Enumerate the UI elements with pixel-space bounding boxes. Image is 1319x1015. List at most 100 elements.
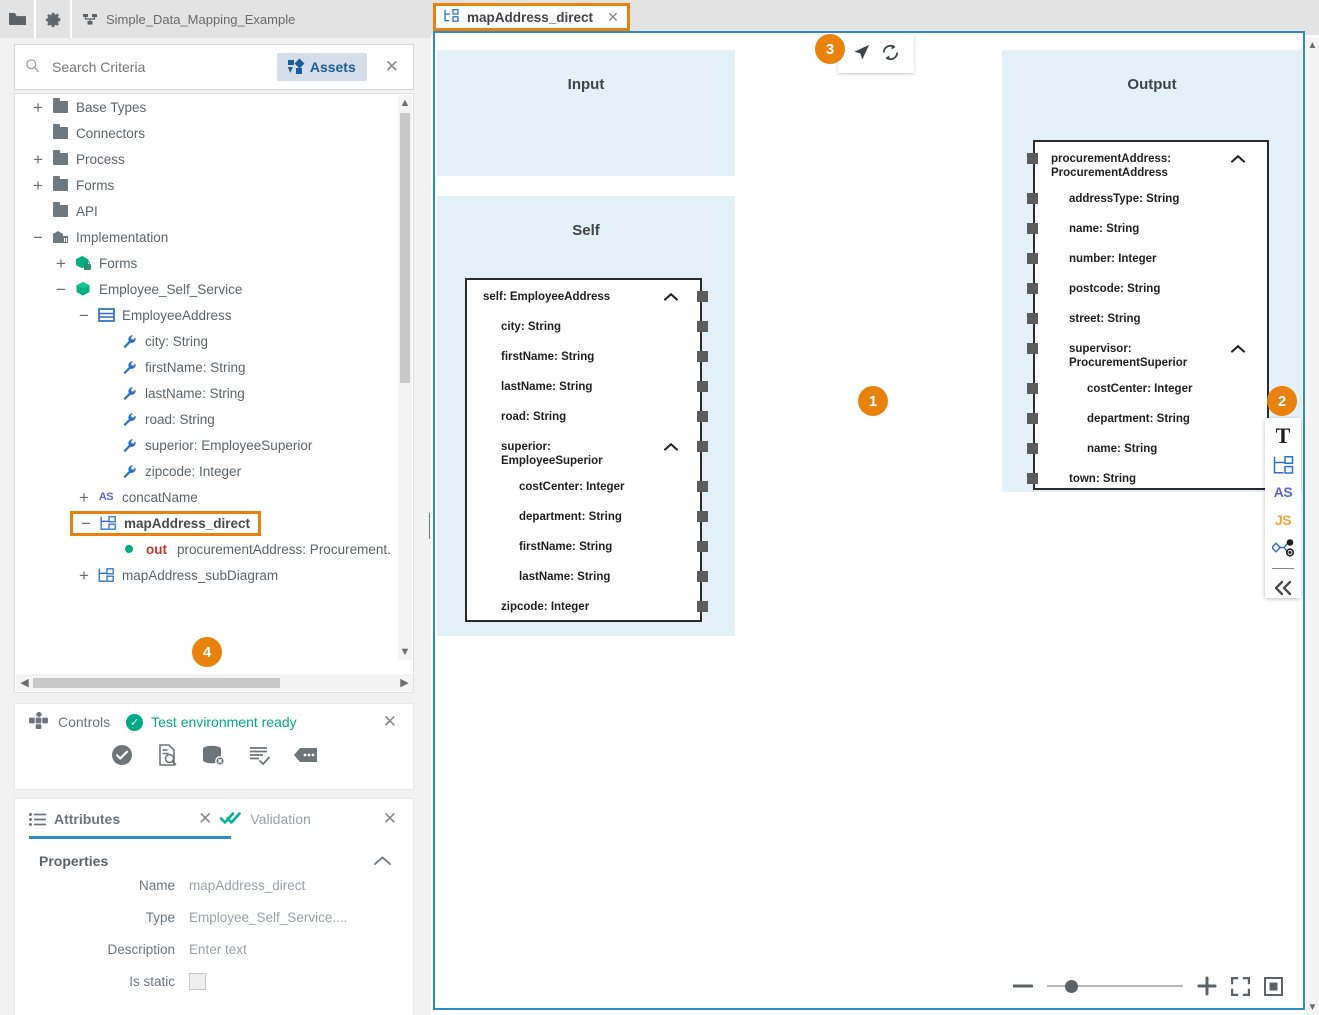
window-scroll-up-icon[interactable]: ▲: [1306, 38, 1319, 53]
tree-toggle[interactable]: −: [27, 229, 49, 246]
node-port[interactable]: [697, 481, 708, 492]
node-field[interactable]: costCenter: Integer: [1077, 382, 1259, 396]
output-node[interactable]: procurementAddress: ProcurementAddress add…: [1027, 140, 1269, 490]
diagram-canvas[interactable]: Input Self self: EmployeeAddress city: St…: [433, 31, 1305, 1010]
tree-toggle[interactable]: −: [73, 307, 95, 324]
tree-item[interactable]: − Employee_Self_Service: [15, 276, 400, 302]
node-field[interactable]: costCenter: Integer: [509, 480, 692, 494]
collapse-chevron-icon[interactable]: [664, 292, 678, 306]
node-port[interactable]: [697, 411, 708, 422]
tree-toggle[interactable]: −: [75, 515, 97, 532]
tree-item[interactable]: out procurementAddress: Procurement.: [15, 536, 400, 562]
node-port[interactable]: [697, 321, 708, 332]
tree-scroll-area[interactable]: + Base Types Connectors + Process + Forms API − I…: [15, 94, 400, 661]
chevron-up-icon[interactable]: [374, 853, 391, 869]
tab-attributes-close[interactable]: ✕: [192, 809, 218, 829]
node-field[interactable]: name: String: [1077, 442, 1259, 456]
tree-item[interactable]: + mapAddress_subDiagram: [15, 562, 400, 588]
tree-item[interactable]: + Forms: [15, 172, 400, 198]
node-field[interactable]: supervisor: ProcurementSuperior: [1059, 342, 1259, 371]
tree-item[interactable]: lastName: String: [15, 380, 400, 406]
tree-item[interactable]: − Implementation: [15, 224, 400, 250]
as-script-tool-icon[interactable]: AS: [1268, 483, 1298, 503]
property-value[interactable]: Employee_Self_Service....: [189, 910, 347, 925]
tree-item[interactable]: road: String: [15, 406, 400, 432]
node-port[interactable]: [1027, 153, 1038, 164]
node-port[interactable]: [1027, 443, 1038, 454]
window-vertical-scrollbar[interactable]: ▲ ▼: [1306, 38, 1319, 1015]
node-field[interactable]: self: EmployeeAddress: [473, 290, 692, 304]
document-tab-mapaddress-direct[interactable]: mapAddress_direct ✕: [433, 3, 630, 31]
tree-item[interactable]: city: String: [15, 328, 400, 354]
refresh-icon[interactable]: [881, 43, 900, 65]
subdiagram-tool-icon[interactable]: [1268, 538, 1298, 558]
output-panel[interactable]: Output procurementAddress: ProcurementAdd…: [1002, 50, 1302, 492]
window-scroll-down-icon[interactable]: ▼: [1306, 1000, 1319, 1015]
controls-close-button[interactable]: ✕: [377, 712, 403, 732]
node-field[interactable]: postcode: String: [1059, 282, 1259, 296]
tree-toggle[interactable]: +: [27, 151, 49, 168]
node-port[interactable]: [697, 381, 708, 392]
tree-toggle[interactable]: +: [27, 99, 49, 116]
scroll-down-icon[interactable]: ▼: [398, 644, 412, 660]
collapse-chevron-icon[interactable]: [1231, 154, 1245, 168]
scroll-up-icon[interactable]: ▲: [398, 95, 412, 111]
assets-button[interactable]: Assets: [276, 53, 367, 81]
node-field[interactable]: department: String: [509, 510, 692, 524]
run-test-icon[interactable]: [111, 744, 133, 766]
node-port[interactable]: [697, 601, 708, 612]
node-port[interactable]: [697, 571, 708, 582]
tree-item[interactable]: + Process: [15, 146, 400, 172]
settings-button[interactable]: [36, 0, 72, 38]
node-port[interactable]: [1027, 383, 1038, 394]
node-field[interactable]: number: Integer: [1059, 252, 1259, 266]
folder-button[interactable]: [0, 0, 36, 38]
node-field[interactable]: zipcode: Integer: [491, 600, 692, 614]
node-field[interactable]: superior: EmployeeSuperior: [491, 440, 692, 469]
tab-validation[interactable]: Validation: [220, 810, 311, 829]
node-port[interactable]: [697, 351, 708, 362]
inspect-document-icon[interactable]: [157, 744, 178, 766]
collapse-chevron-icon[interactable]: [1231, 344, 1245, 358]
tree-horizontal-scrollbar[interactable]: ◀ ▶: [16, 674, 413, 691]
node-field[interactable]: town: String: [1059, 472, 1259, 486]
self-panel[interactable]: Self self: EmployeeAddress city: String fi…: [437, 196, 735, 636]
tree-item[interactable]: + Base Types: [15, 94, 400, 120]
tree-item[interactable]: − mapAddress_direct: [15, 510, 400, 536]
property-value[interactable]: Enter text: [189, 942, 247, 957]
node-port[interactable]: [1027, 413, 1038, 424]
node-port[interactable]: [697, 291, 708, 302]
node-port[interactable]: [697, 441, 708, 452]
search-clear-button[interactable]: ✕: [379, 57, 405, 77]
document-tab-close[interactable]: ✕: [607, 9, 619, 26]
project-tab[interactable]: Simple_Data_Mapping_Example: [72, 0, 452, 38]
node-field[interactable]: firstName: String: [509, 540, 692, 554]
node-port[interactable]: [1027, 283, 1038, 294]
pointer-navigate-icon[interactable]: [852, 43, 871, 65]
tree-toggle[interactable]: +: [50, 255, 72, 272]
collapse-chevron-icon[interactable]: [664, 442, 678, 456]
node-port[interactable]: [697, 511, 708, 522]
property-value[interactable]: mapAddress_direct: [189, 878, 305, 893]
search-input[interactable]: [50, 58, 277, 76]
node-port[interactable]: [1027, 193, 1038, 204]
tree-item[interactable]: − EmployeeAddress: [15, 302, 400, 328]
node-port[interactable]: [1027, 343, 1038, 354]
tree-toggle[interactable]: +: [27, 177, 49, 194]
node-field[interactable]: department: String: [1077, 412, 1259, 426]
comment-icon[interactable]: [293, 747, 318, 763]
collapse-toolbar-icon[interactable]: [1268, 578, 1298, 598]
node-port[interactable]: [1027, 473, 1038, 484]
scroll-left-icon[interactable]: ◀: [16, 676, 33, 689]
tree-item[interactable]: API: [15, 198, 400, 224]
node-field[interactable]: lastName: String: [491, 380, 692, 394]
node-field[interactable]: road: String: [491, 410, 692, 424]
zoom-slider[interactable]: [1047, 979, 1183, 993]
is-static-checkbox[interactable]: [189, 972, 206, 990]
tree-item[interactable]: zipcode: Integer: [15, 458, 400, 484]
tree-toggle[interactable]: +: [73, 567, 95, 584]
tree-item[interactable]: firstName: String: [15, 354, 400, 380]
js-script-tool-icon[interactable]: JS: [1268, 510, 1298, 530]
tree-item[interactable]: superior: EmployeeSuperior: [15, 432, 400, 458]
tree-item[interactable]: + Forms: [15, 250, 400, 276]
